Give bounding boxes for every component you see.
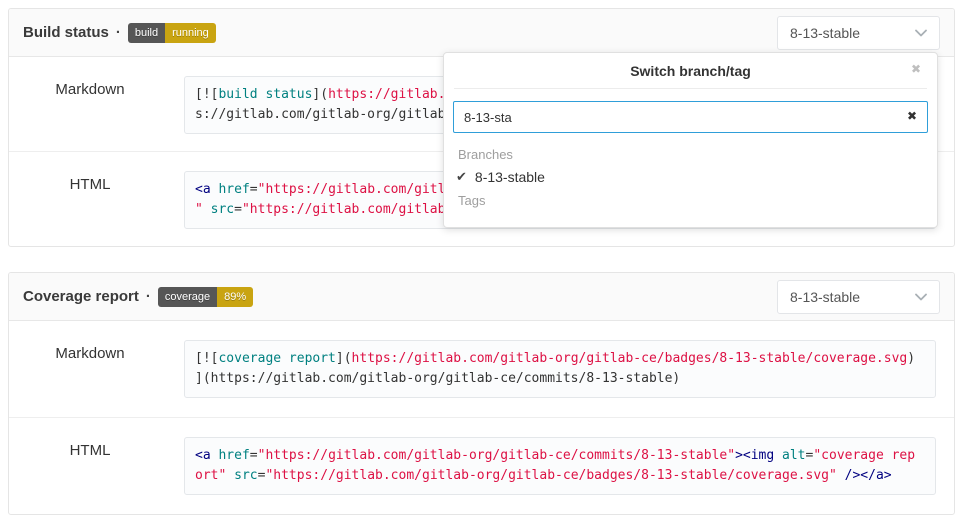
row-label-html: HTML: [9, 152, 171, 246]
coverage-badge: coverage 89%: [158, 287, 253, 307]
branch-selector-value: 8-13-stable: [790, 25, 860, 41]
badge-label: build: [128, 23, 165, 43]
title-separator: ·: [146, 288, 151, 305]
branch-selector-build[interactable]: 8-13-stable: [777, 16, 940, 50]
branch-list: Branches ✔ 8-13-stable Tags: [444, 143, 937, 219]
badge-label: coverage: [158, 287, 217, 307]
switch-branch-popup: Switch branch/tag ✖ ✖ Branches ✔ 8-13-st…: [443, 52, 938, 228]
build-status-badge: build running: [128, 23, 216, 43]
branch-selector-coverage[interactable]: 8-13-stable: [777, 280, 940, 314]
chevron-down-icon: [915, 293, 927, 301]
branch-search-input[interactable]: [453, 101, 928, 133]
html-code-block: <a href="https://gitlab.com/gitlab-org/g…: [184, 437, 936, 495]
markdown-code-block: [![coverage report](https://gitlab.com/g…: [184, 340, 936, 398]
build-status-header: Build status · build running 8-13-stable: [9, 9, 954, 57]
close-icon[interactable]: ✖: [911, 63, 921, 75]
badge-value: 89%: [217, 287, 253, 307]
html-row: HTML <a href="https://gitlab.com/gitlab-…: [9, 417, 954, 514]
clear-search-icon[interactable]: ✖: [907, 110, 917, 122]
coverage-report-header: Coverage report · coverage 89% 8-13-stab…: [9, 273, 954, 321]
branch-item-8-13-stable[interactable]: ✔ 8-13-stable: [444, 165, 937, 189]
branch-item-label: 8-13-stable: [475, 169, 545, 185]
panel-title: Build status: [23, 24, 109, 41]
branches-section-header: Branches: [444, 143, 937, 165]
markdown-row: Markdown [![coverage report](https://git…: [9, 321, 954, 417]
panel-title: Coverage report: [23, 288, 139, 305]
row-label-html: HTML: [9, 418, 171, 514]
branch-selector-value: 8-13-stable: [790, 289, 860, 305]
popup-title: Switch branch/tag: [454, 53, 927, 89]
check-icon: ✔: [456, 170, 467, 185]
badge-value: running: [165, 23, 216, 43]
coverage-report-panel: Coverage report · coverage 89% 8-13-stab…: [8, 272, 955, 515]
row-label-markdown: Markdown: [9, 321, 171, 417]
row-label-markdown: Markdown: [9, 57, 171, 151]
title-separator: ·: [116, 24, 121, 41]
chevron-down-icon: [915, 29, 927, 37]
tags-section-header: Tags: [444, 189, 937, 211]
